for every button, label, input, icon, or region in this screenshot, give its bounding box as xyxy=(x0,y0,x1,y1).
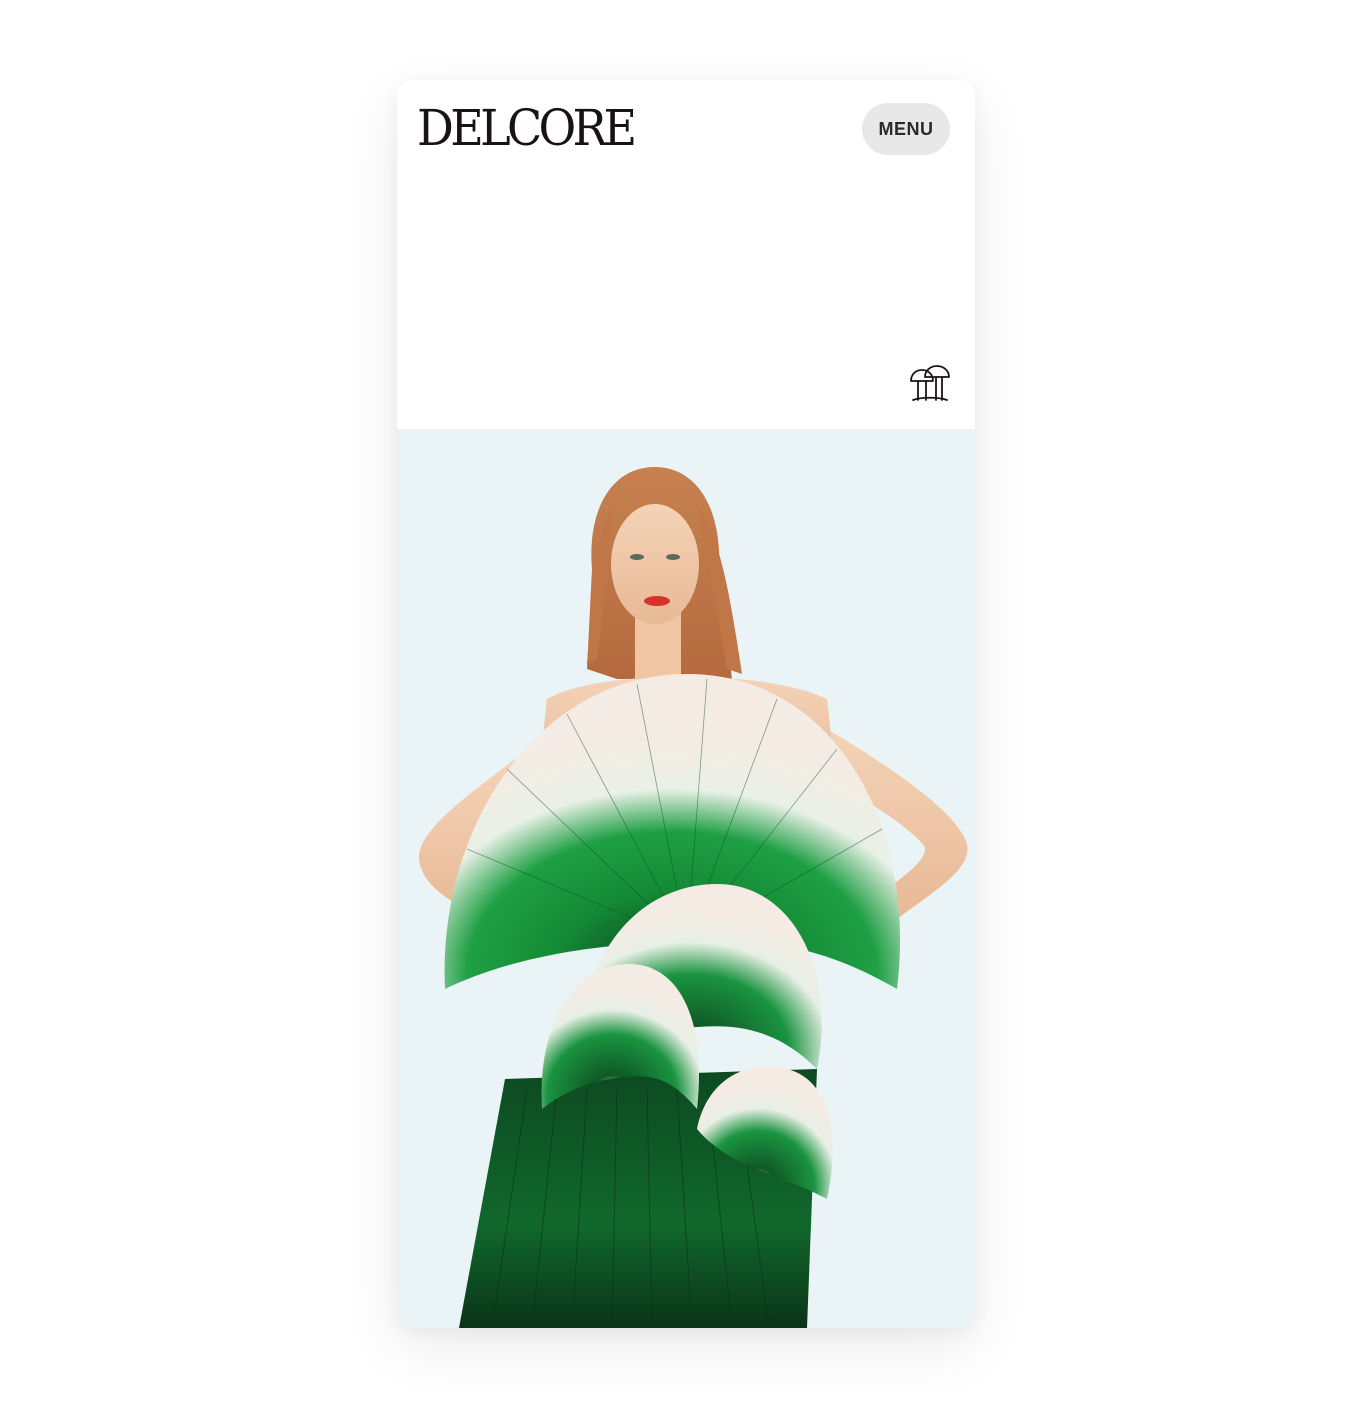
mobile-viewport: DELCORE MENU xyxy=(397,80,975,1328)
brand-logo[interactable]: DELCORE xyxy=(417,102,652,154)
page: DELCORE MENU xyxy=(0,0,1372,1410)
logo-wordmark: DELCORE xyxy=(417,99,637,157)
site-header: DELCORE MENU xyxy=(397,80,975,429)
hero-photo xyxy=(397,429,975,1328)
hero-image xyxy=(397,429,975,1328)
mushroom-icon xyxy=(909,364,951,404)
menu-button[interactable]: MENU xyxy=(862,103,950,155)
